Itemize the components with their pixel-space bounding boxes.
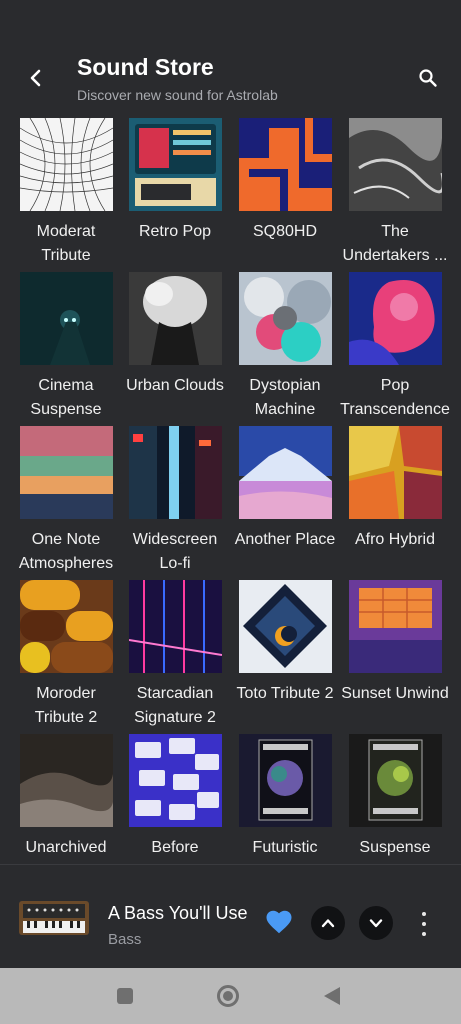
sound-pack-tile[interactable]: The Undertakers ... bbox=[340, 116, 450, 270]
sound-pack-artwork bbox=[129, 118, 222, 211]
sound-pack-title: Afro Hybrid bbox=[354, 531, 436, 548]
sound-pack-title: One Note Atmospheres bbox=[18, 531, 114, 572]
sound-pack-title: Starcadian Signature 2 bbox=[134, 685, 216, 726]
system-nav-bar bbox=[0, 968, 461, 1024]
sound-pack-title: Widescreen Lo-fi bbox=[132, 531, 218, 572]
favorite-button[interactable] bbox=[264, 907, 294, 937]
sound-pack-title: Unarchived bbox=[25, 839, 107, 856]
sound-pack-artwork bbox=[20, 734, 113, 827]
sound-pack-artwork bbox=[129, 426, 222, 519]
sound-pack-title: Moderat Tribute bbox=[36, 223, 96, 264]
recents-icon[interactable] bbox=[117, 988, 133, 1004]
next-sound-button[interactable] bbox=[359, 906, 393, 940]
sound-pack-tile[interactable]: Starcadian Signature 2 bbox=[120, 578, 230, 732]
sound-pack-title: Toto Tribute 2 bbox=[236, 685, 334, 702]
sound-pack-title: Sunset Unwind bbox=[341, 685, 449, 702]
sound-pack-tile[interactable]: Afro Hybrid bbox=[340, 424, 450, 578]
player-artwork bbox=[19, 895, 89, 939]
sound-pack-title: Suspense bbox=[359, 839, 431, 856]
sound-pack-tile[interactable]: Dystopian Machine bbox=[230, 270, 340, 424]
sound-pack-tile[interactable]: Moroder Tribute 2 bbox=[11, 578, 121, 732]
sound-pack-tile[interactable]: Toto Tribute 2 bbox=[230, 578, 340, 732]
status-bar bbox=[0, 0, 461, 44]
search-icon bbox=[419, 69, 437, 87]
sound-pack-tile[interactable]: Retro Pop bbox=[120, 116, 230, 270]
sound-pack-title: SQ80HD bbox=[252, 223, 318, 240]
sound-pack-tile[interactable]: Unarchived bbox=[11, 732, 121, 864]
sound-pack-artwork bbox=[349, 272, 442, 365]
previous-sound-button[interactable] bbox=[311, 906, 345, 940]
page-title: Sound Store bbox=[77, 54, 214, 80]
sound-pack-tile[interactable]: Moderat Tribute bbox=[11, 116, 121, 270]
player-title: A Bass You'll Use bbox=[108, 903, 248, 923]
sound-pack-artwork bbox=[239, 272, 332, 365]
back-button[interactable] bbox=[20, 62, 52, 94]
app-bar: Sound Store Discover new sound for Astro… bbox=[0, 44, 461, 110]
sound-pack-title: Another Place bbox=[234, 531, 336, 548]
arrow-back-icon bbox=[30, 69, 41, 87]
sound-pack-artwork bbox=[349, 118, 442, 211]
sound-pack-artwork bbox=[20, 118, 113, 211]
sound-pack-artwork bbox=[20, 426, 113, 519]
more-vertical-icon[interactable] bbox=[414, 909, 434, 939]
heart-icon bbox=[266, 910, 292, 934]
mini-player[interactable]: A Bass You'll Use Bass bbox=[0, 864, 461, 968]
sound-pack-artwork bbox=[239, 734, 332, 827]
chevron-down-icon bbox=[369, 919, 383, 928]
sound-pack-title: Dystopian Machine bbox=[249, 377, 321, 418]
sound-pack-tile[interactable]: Widescreen Lo-fi bbox=[120, 424, 230, 578]
sound-pack-artwork bbox=[239, 580, 332, 673]
sound-pack-artwork bbox=[129, 272, 222, 365]
sound-pack-title: Moroder Tribute 2 bbox=[34, 685, 98, 726]
sound-pack-artwork bbox=[129, 734, 222, 827]
sound-pack-artwork bbox=[349, 426, 442, 519]
nav-back-icon[interactable] bbox=[324, 987, 340, 1005]
chevron-up-icon bbox=[321, 919, 335, 928]
sound-pack-title: Before bbox=[151, 839, 199, 856]
sound-pack-title: Retro Pop bbox=[138, 223, 212, 240]
sound-pack-tile[interactable]: Sunset Unwind bbox=[340, 578, 450, 732]
sound-pack-title: Cinema Suspense bbox=[30, 377, 102, 418]
sound-pack-tile[interactable]: Cinema Suspense bbox=[11, 270, 121, 424]
sound-pack-tile[interactable]: SQ80HD bbox=[230, 116, 340, 270]
sound-pack-artwork bbox=[349, 580, 442, 673]
page-subtitle: Discover new sound for Astrolab bbox=[77, 87, 278, 103]
sound-pack-grid: Moderat Tribute Retro Pop SQ80HD The Und… bbox=[0, 116, 461, 864]
sound-pack-title: The Undertakers ... bbox=[342, 223, 448, 264]
sound-pack-tile[interactable]: One Note Atmospheres bbox=[11, 424, 121, 578]
sound-pack-tile[interactable]: Futuristic bbox=[230, 732, 340, 864]
sound-pack-artwork bbox=[239, 426, 332, 519]
sound-pack-tile[interactable]: Before bbox=[120, 732, 230, 864]
sound-pack-artwork bbox=[20, 272, 113, 365]
sound-pack-artwork bbox=[20, 580, 113, 673]
sound-pack-artwork bbox=[129, 580, 222, 673]
sound-pack-tile[interactable]: Urban Clouds bbox=[120, 270, 230, 424]
sound-pack-tile[interactable]: Another Place bbox=[230, 424, 340, 578]
sound-pack-artwork bbox=[349, 734, 442, 827]
sound-pack-tile[interactable]: Pop Transcendence bbox=[340, 270, 450, 424]
search-button[interactable] bbox=[412, 62, 444, 94]
sound-pack-title: Futuristic bbox=[252, 839, 318, 856]
sound-pack-title: Pop Transcendence bbox=[340, 377, 450, 418]
sound-pack-tile[interactable]: Suspense bbox=[340, 732, 450, 864]
sound-pack-artwork bbox=[239, 118, 332, 211]
home-icon[interactable] bbox=[217, 985, 239, 1007]
sound-pack-title: Urban Clouds bbox=[126, 377, 224, 394]
player-category: Bass bbox=[108, 931, 142, 948]
